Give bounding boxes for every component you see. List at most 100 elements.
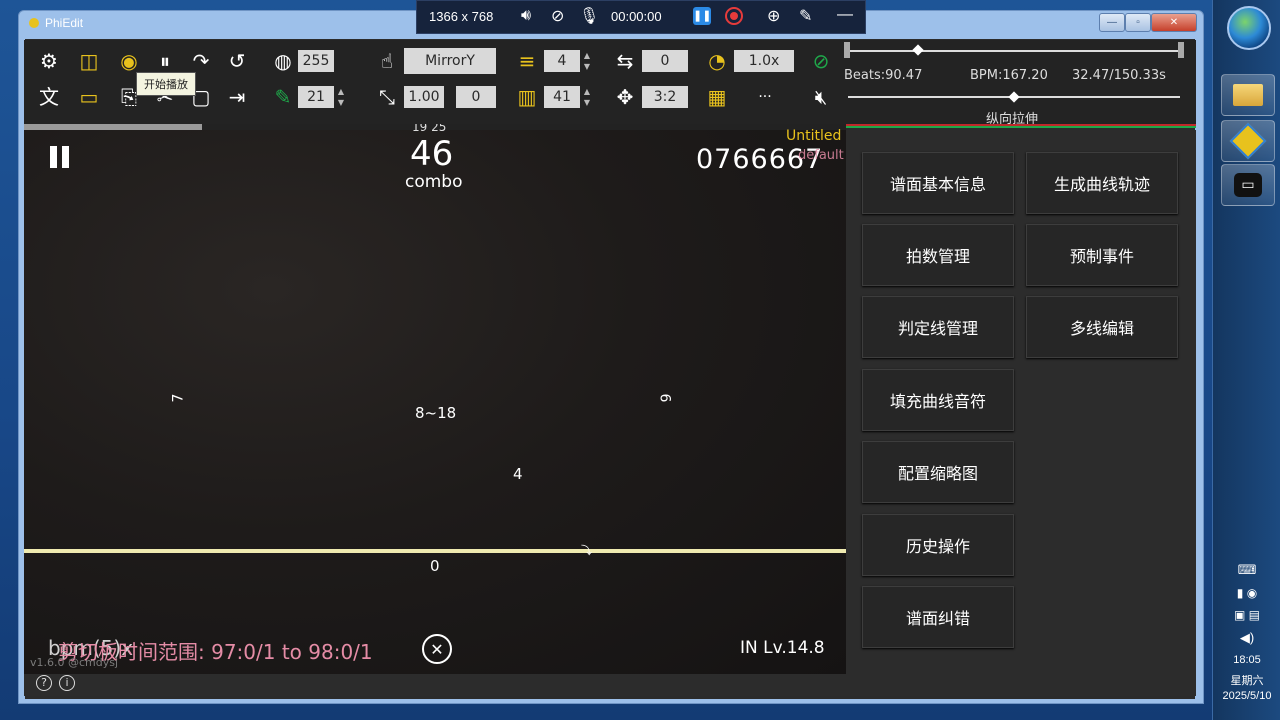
mic-off-icon[interactable]: 🎙︎ <box>579 6 599 26</box>
line-label-mid: 4 <box>513 465 523 483</box>
note-size-input[interactable]: 21 <box>298 86 334 108</box>
menu-fill-curve-notes[interactable]: 填充曲线音符 <box>862 369 1014 431</box>
maximize-button[interactable]: ▫ <box>1125 13 1151 32</box>
density-icon: ▥ <box>517 85 537 109</box>
separator-green <box>846 126 1196 128</box>
speed-gauge-icon: ◔ <box>708 49 726 73</box>
keyboard-icon[interactable]: ⌨ <box>1213 562 1280 578</box>
settings-gear-icon[interactable]: ⚙ <box>36 48 62 74</box>
info-icon[interactable]: i <box>59 675 75 691</box>
sound-off-icon[interactable]: 🔇︎ <box>808 84 834 110</box>
network-tray-icons[interactable]: ▮ ◉ <box>1213 586 1280 600</box>
line-label-zero: 0 <box>430 557 440 575</box>
recorder-resolution: 1366 x 768 <box>429 9 494 24</box>
video-camera-icon: ▭ <box>1234 173 1262 197</box>
status-bar: ? i <box>24 674 1196 696</box>
taskbar: ▭ ⌨ ▮ ◉ ▣ ▤ ◀) 18:05 星期六 2025/5/10 <box>1212 0 1280 720</box>
reset-icon[interactable]: ↺ <box>224 48 250 74</box>
difficulty-overlay: default <box>798 148 844 163</box>
stretch-slider-thumb[interactable] <box>1008 91 1020 103</box>
touch-icon: ☝ <box>380 49 394 73</box>
more-button[interactable]: ··· <box>752 84 778 110</box>
toolbar: ⚙ ◫ ◉ ⏸ ↷ ↺ ◍ 255 ☝ MirrorY ≡ 4 ▲ ▼ ⇆ 0 ◔… <box>24 40 846 124</box>
preview-pause-icon[interactable] <box>48 144 72 170</box>
combo-number: 46 <box>410 134 454 174</box>
alpha-icon: ◍ <box>274 49 292 73</box>
minimize-button[interactable]: — <box>1099 13 1125 32</box>
level-label: IN Lv.14.8 <box>740 638 825 658</box>
scale-offset-input[interactable]: 0 <box>456 86 496 108</box>
menu-generate-curve[interactable]: 生成曲线轨迹 <box>1026 152 1178 214</box>
timeline-slider-end[interactable] <box>1178 42 1184 58</box>
monitor-icon[interactable]: ▭ <box>76 84 102 110</box>
compress-icon: ⤡ <box>379 85 395 109</box>
mute-camera-icon[interactable]: ⊘ <box>551 6 564 26</box>
note-size-spinner[interactable]: ▲ ▼ <box>336 86 346 108</box>
taskbar-recorder-button[interactable]: ▭ <box>1221 164 1275 206</box>
edit-note-icon: ✎ <box>274 85 292 109</box>
app-icon <box>29 18 39 28</box>
menu-chart-info[interactable]: 谱面基本信息 <box>862 152 1014 214</box>
timeline-slider-start[interactable] <box>844 42 850 58</box>
flip-icon: ⇆ <box>616 49 634 73</box>
move-icon: ✥ <box>616 85 634 109</box>
pen-icon[interactable]: ✎ <box>799 6 812 26</box>
phiedit-app-icon <box>1229 122 1267 160</box>
ratio-select[interactable]: 3:2 <box>642 86 688 108</box>
menu-multiline-edit[interactable]: 多线编辑 <box>1026 296 1178 358</box>
bpm-label: BPM:167.20 <box>970 68 1048 83</box>
timeline-slider-track[interactable] <box>850 50 1182 52</box>
lines-spinner[interactable]: ▲ ▼ <box>582 50 592 72</box>
menu-judgeline-manager[interactable]: 判定线管理 <box>862 296 1014 358</box>
clock-weekday: 星期六 <box>1230 675 1264 687</box>
split-view-icon[interactable]: ◫ <box>76 48 102 74</box>
side-menu: 谱面基本信息 生成曲线轨迹 拍数管理 预制事件 判定线管理 多线编辑 填充曲线音… <box>846 130 1196 674</box>
menu-history[interactable]: 历史操作 <box>862 514 1014 576</box>
taskbar-explorer-button[interactable] <box>1221 74 1275 116</box>
taskbar-app-button[interactable] <box>1221 120 1275 162</box>
clock-time[interactable]: 18:05 <box>1213 654 1280 666</box>
lines-input[interactable]: 4 <box>544 50 580 72</box>
export-icon[interactable]: ⇥ <box>224 84 250 110</box>
timeline-slider-thumb[interactable] <box>912 44 924 56</box>
menu-chart-check[interactable]: 谱面纠错 <box>862 586 1014 648</box>
progress-fill <box>24 124 202 130</box>
offset-input[interactable]: 0 <box>642 50 688 72</box>
speed-select[interactable]: 1.0x <box>734 50 794 72</box>
timeline-panel: Beats:90.47 BPM:167.20 32.47/150.33s 纵向拉… <box>844 40 1196 128</box>
clock-date: 2025/5/10 <box>1222 690 1272 702</box>
tooltip: 开始播放 <box>136 72 196 96</box>
recorder-time: 00:00:00 <box>611 9 662 24</box>
window-title: PhiEdit <box>45 16 84 30</box>
layout-icon[interactable]: ▦ <box>704 84 730 110</box>
volume-icon[interactable]: ◀) <box>1213 630 1280 646</box>
play-button-icon[interactable]: ◉ <box>116 48 142 74</box>
judge-line[interactable] <box>24 549 846 553</box>
collapse-button[interactable]: — <box>837 6 853 24</box>
combo-label: combo <box>405 172 463 192</box>
speaker-icon[interactable]: 🔊︎ <box>521 7 531 25</box>
chart-name: Untitled <box>786 128 842 144</box>
help-icon[interactable]: ? <box>36 675 52 691</box>
chart-preview[interactable]: 19 25 46 combo 0766667 Untitled default … <box>24 124 846 674</box>
translate-icon[interactable]: 文 <box>36 84 62 110</box>
tray-icons-row2[interactable]: ▣ ▤ <box>1213 608 1280 622</box>
start-button[interactable] <box>1227 6 1271 50</box>
pause-record-button[interactable]: ❚❚ <box>693 7 711 25</box>
mirror-select[interactable]: MirrorY <box>404 48 496 74</box>
clear-range-button[interactable]: ✕ <box>422 634 452 664</box>
density-input[interactable]: 41 <box>544 86 580 108</box>
density-spinner[interactable]: ▲ ▼ <box>582 86 592 108</box>
menu-preset-events[interactable]: 预制事件 <box>1026 224 1178 286</box>
pause-button-icon[interactable]: ⏸ <box>152 48 178 74</box>
alpha-input[interactable]: 255 <box>298 50 334 72</box>
redo-icon[interactable]: ↷ <box>188 48 214 74</box>
visibility-off-icon[interactable]: ⊘ <box>808 48 834 74</box>
menu-thumbnail-config[interactable]: 配置缩略图 <box>862 441 1014 503</box>
stop-record-button[interactable] <box>725 7 743 25</box>
zoom-icon[interactable]: ⊕ <box>767 6 780 26</box>
menu-beat-manager[interactable]: 拍数管理 <box>862 224 1014 286</box>
close-button[interactable]: ✕ <box>1151 13 1197 32</box>
line-label-right: 6 <box>656 393 673 403</box>
scale-input[interactable]: 1.00 <box>404 86 444 108</box>
